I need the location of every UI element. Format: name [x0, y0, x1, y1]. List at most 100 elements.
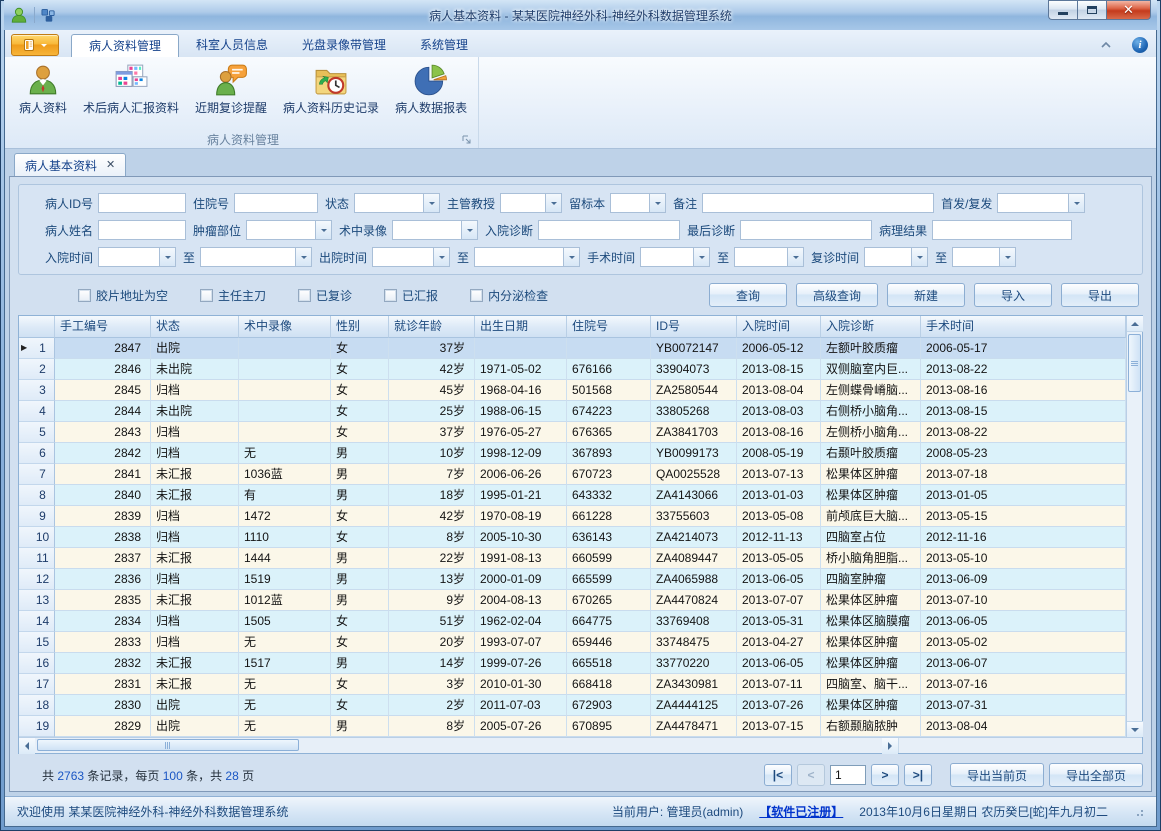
- next-page-button[interactable]: >: [871, 764, 899, 786]
- combo-dropdown-button[interactable]: [545, 194, 561, 212]
- filter-combo[interactable]: [246, 220, 332, 240]
- filter-checkbox[interactable]: 胶片地址为空: [78, 287, 168, 304]
- row-selector-cell[interactable]: ▶1: [19, 338, 55, 359]
- ribbon-button[interactable]: 病人数据报表: [387, 60, 475, 119]
- filter-input[interactable]: [538, 220, 680, 240]
- maximize-button[interactable]: [1077, 0, 1106, 20]
- filter-combo[interactable]: [640, 247, 710, 267]
- scroll-left-button[interactable]: [19, 738, 35, 754]
- action-button[interactable]: 新建: [887, 283, 965, 307]
- registration-link[interactable]: 【软件已注册】: [759, 803, 843, 820]
- filter-input[interactable]: [98, 193, 186, 213]
- ribbon-button[interactable]: 病人资料: [11, 60, 75, 119]
- document-tab-active[interactable]: 病人基本资料 ✕: [14, 153, 126, 176]
- export-all-pages-button[interactable]: 导出全部页: [1049, 763, 1143, 787]
- quick-access-icon[interactable]: [41, 8, 56, 23]
- grid-column-header[interactable]: 手术时间: [921, 316, 1126, 338]
- row-selector-cell[interactable]: 15: [19, 632, 55, 653]
- filter-combo[interactable]: [354, 193, 440, 213]
- ribbon-button[interactable]: 术后病人汇报资料: [75, 60, 187, 119]
- row-selector-cell[interactable]: 5: [19, 422, 55, 443]
- row-selector-cell[interactable]: 19: [19, 716, 55, 737]
- filter-combo[interactable]: [952, 247, 1016, 267]
- filter-input[interactable]: [702, 193, 934, 213]
- combo-dropdown-button[interactable]: [423, 194, 439, 212]
- row-selector-cell[interactable]: 12: [19, 569, 55, 590]
- filter-input[interactable]: [98, 220, 186, 240]
- table-row[interactable]: 192829出院无男8岁2005-07-26670895ZA4478471201…: [19, 716, 1126, 737]
- table-row[interactable]: 92839归档1472女42岁1970-08-19661228337556032…: [19, 506, 1126, 527]
- combo-dropdown-button[interactable]: [693, 248, 709, 266]
- ribbon-tab[interactable]: 光盘录像带管理: [285, 34, 403, 57]
- table-row[interactable]: 42844未出院女25岁1988-06-15674223338052682013…: [19, 401, 1126, 422]
- combo-dropdown-button[interactable]: [787, 248, 803, 266]
- row-selector-cell[interactable]: 17: [19, 674, 55, 695]
- grid-column-header[interactable]: 手工编号: [55, 316, 151, 338]
- resize-grip-icon[interactable]: [1134, 807, 1144, 817]
- filter-combo[interactable]: [610, 193, 666, 213]
- filter-combo[interactable]: [864, 247, 928, 267]
- table-row[interactable]: 102838归档1110女8岁2005-10-30636143ZA4214073…: [19, 527, 1126, 548]
- row-selector-cell[interactable]: 3: [19, 380, 55, 401]
- table-row[interactable]: 132835未汇报1012蓝男9岁2004-08-13670265ZA44708…: [19, 590, 1126, 611]
- ribbon-button[interactable]: 病人资料历史记录: [275, 60, 387, 119]
- grid-column-header[interactable]: 状态: [151, 316, 239, 338]
- action-button[interactable]: 查询: [709, 283, 787, 307]
- filter-input[interactable]: [234, 193, 318, 213]
- combo-dropdown-button[interactable]: [911, 248, 927, 266]
- close-button[interactable]: ✕: [1106, 0, 1151, 20]
- table-row[interactable]: 172831未汇报无女3岁2010-01-30668418ZA343098120…: [19, 674, 1126, 695]
- ribbon-tab[interactable]: 科室人员信息: [179, 34, 285, 57]
- scroll-down-button[interactable]: [1127, 721, 1143, 737]
- row-selector-cell[interactable]: 6: [19, 443, 55, 464]
- ribbon-tab[interactable]: 病人资料管理: [71, 34, 179, 57]
- table-row[interactable]: 22846未出院女42岁1971-05-02676166339040732013…: [19, 359, 1126, 380]
- vertical-scroll-thumb[interactable]: [1128, 334, 1141, 392]
- table-row[interactable]: ▶12847出院女37岁YB00721472006-05-12左额叶胶质瘤200…: [19, 338, 1126, 359]
- filter-combo[interactable]: [372, 247, 450, 267]
- combo-dropdown-button[interactable]: [295, 248, 311, 266]
- table-row[interactable]: 82840未汇报有男18岁1995-01-21643332ZA414306620…: [19, 485, 1126, 506]
- grid-column-header[interactable]: 术中录像: [239, 316, 331, 338]
- filter-combo[interactable]: [734, 247, 804, 267]
- ribbon-button[interactable]: 近期复诊提醒: [187, 60, 275, 119]
- page-number-input[interactable]: [830, 765, 866, 785]
- horizontal-scroll-thumb[interactable]: [37, 739, 299, 751]
- app-logo-icon[interactable]: [10, 6, 28, 24]
- minimize-button[interactable]: [1048, 0, 1077, 20]
- action-button[interactable]: 高级查询: [796, 283, 878, 307]
- row-selector-cell[interactable]: 13: [19, 590, 55, 611]
- row-selector-cell[interactable]: 9: [19, 506, 55, 527]
- grid-column-header[interactable]: 入院诊断: [821, 316, 921, 338]
- table-row[interactable]: 72841未汇报1036蓝男7岁2006-06-26670723QA002552…: [19, 464, 1126, 485]
- row-selector-cell[interactable]: 14: [19, 611, 55, 632]
- grid-column-header[interactable]: 入院时间: [737, 316, 821, 338]
- grid-column-header[interactable]: 就诊年龄: [389, 316, 475, 338]
- ribbon-tab[interactable]: 系统管理: [403, 34, 485, 57]
- filter-input[interactable]: [740, 220, 872, 240]
- filter-input[interactable]: [932, 220, 1072, 240]
- table-row[interactable]: 32845归档女45岁1968-04-16501568ZA25805442013…: [19, 380, 1126, 401]
- filter-checkbox[interactable]: 已汇报: [384, 287, 438, 304]
- filter-checkbox[interactable]: 主任主刀: [200, 287, 266, 304]
- filter-combo[interactable]: [392, 220, 478, 240]
- row-selector-cell[interactable]: 7: [19, 464, 55, 485]
- row-selector-cell[interactable]: 2: [19, 359, 55, 380]
- combo-dropdown-button[interactable]: [649, 194, 665, 212]
- combo-dropdown-button[interactable]: [999, 248, 1015, 266]
- info-icon[interactable]: i: [1132, 37, 1148, 53]
- scroll-right-button[interactable]: [882, 738, 898, 754]
- horizontal-scroll-track[interactable]: [35, 738, 882, 753]
- action-button[interactable]: 导出: [1061, 283, 1139, 307]
- combo-dropdown-button[interactable]: [1068, 194, 1084, 212]
- filter-combo[interactable]: [98, 247, 176, 267]
- row-selector-cell[interactable]: 10: [19, 527, 55, 548]
- row-selector-cell[interactable]: 18: [19, 695, 55, 716]
- combo-dropdown-button[interactable]: [315, 221, 331, 239]
- table-row[interactable]: 62842归档无男10岁1998-12-09367893YB0099173200…: [19, 443, 1126, 464]
- grid-column-header[interactable]: 出生日期: [475, 316, 567, 338]
- filter-checkbox[interactable]: 已复诊: [298, 287, 352, 304]
- row-selector-cell[interactable]: 8: [19, 485, 55, 506]
- filter-combo[interactable]: [200, 247, 312, 267]
- combo-dropdown-button[interactable]: [461, 221, 477, 239]
